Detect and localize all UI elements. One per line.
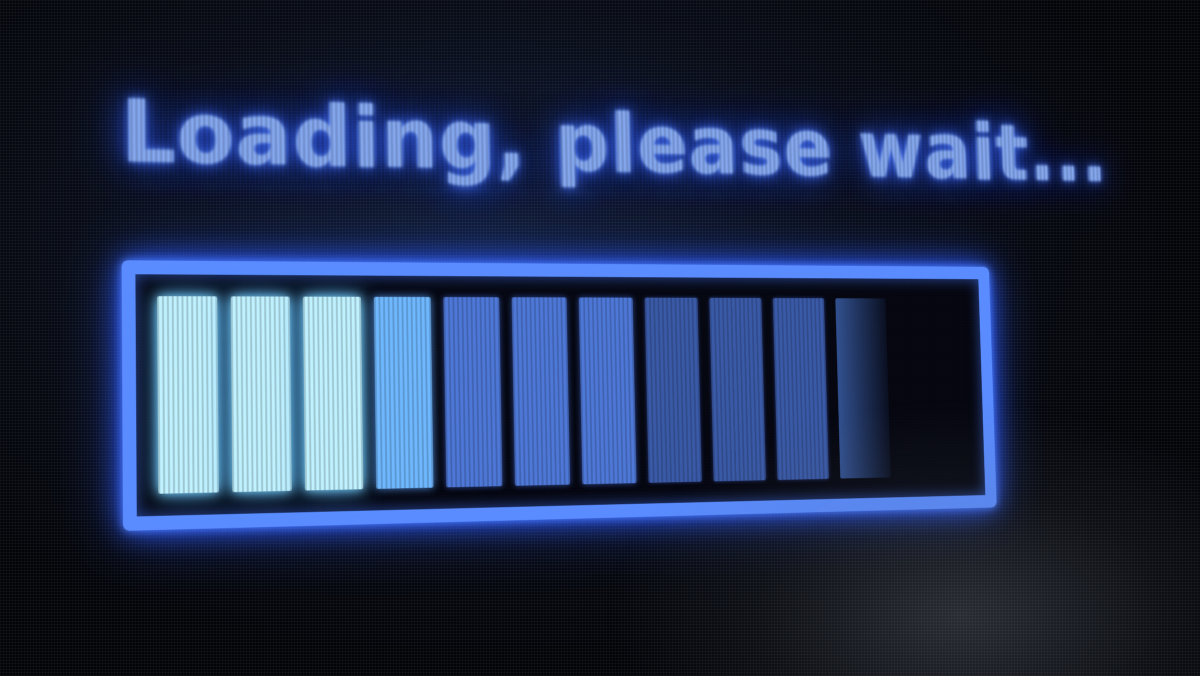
progress-segment <box>302 296 364 491</box>
progress-segment <box>511 297 571 486</box>
progress-segment <box>578 297 637 485</box>
progress-bar-fill <box>157 296 967 494</box>
progress-segment <box>230 296 292 493</box>
progress-segment <box>443 297 503 488</box>
progress-segment <box>835 298 891 479</box>
loading-display: Loading, please wait... <box>109 62 1109 582</box>
progress-segment <box>772 298 829 480</box>
progress-segment <box>373 296 434 489</box>
progress-segment <box>157 296 219 494</box>
loading-message: Loading, please wait... <box>120 80 1109 200</box>
progress-bar <box>121 260 997 531</box>
progress-segment <box>709 297 766 482</box>
progress-segment <box>644 297 702 483</box>
loading-screen: Loading, please wait... <box>0 0 1200 676</box>
